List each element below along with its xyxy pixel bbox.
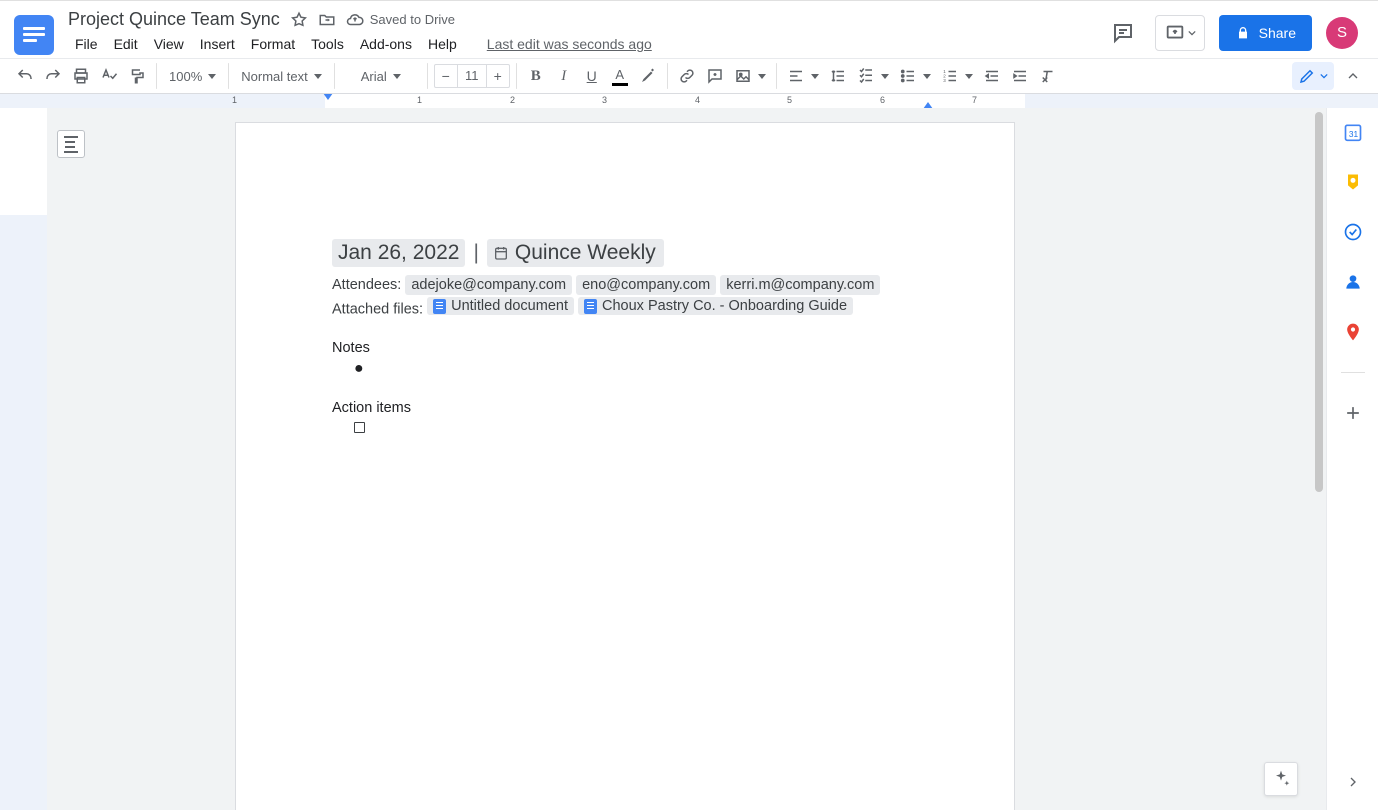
font-size-value[interactable]: 11 (457, 65, 487, 87)
side-panel: 31 (1326, 108, 1378, 810)
keep-app-icon[interactable] (1343, 172, 1363, 192)
menu-tools[interactable]: Tools (304, 32, 351, 56)
maps-app-icon[interactable] (1343, 322, 1363, 342)
star-icon[interactable] (290, 11, 308, 29)
explore-button[interactable] (1264, 762, 1298, 796)
font-size-increase[interactable]: + (487, 65, 509, 87)
checkbox-item[interactable] (354, 422, 365, 433)
bold-button[interactable]: B (523, 63, 549, 89)
menu-bar: File Edit View Insert Format Tools Add-o… (62, 32, 659, 56)
meeting-header: Jan 26, 2022 | Quince Weekly (332, 239, 918, 267)
menu-insert[interactable]: Insert (193, 32, 242, 56)
menu-help[interactable]: Help (421, 32, 464, 56)
vertical-ruler[interactable] (0, 108, 47, 810)
spellcheck-button[interactable] (96, 63, 122, 89)
style-select[interactable]: Normal text (235, 63, 327, 89)
menu-edit[interactable]: Edit (107, 32, 145, 56)
page[interactable]: Jan 26, 2022 | Quince Weekly Attendees: … (235, 122, 1015, 810)
attendee-chip[interactable]: eno@company.com (576, 275, 716, 295)
file-chip[interactable]: Untitled document (427, 297, 574, 315)
horizontal-ruler[interactable]: 1 1 2 3 4 5 6 7 (0, 94, 1378, 108)
redo-button[interactable] (40, 63, 66, 89)
attendee-chip[interactable]: adejoke@company.com (405, 275, 572, 295)
document-canvas[interactable]: Jan 26, 2022 | Quince Weekly Attendees: … (47, 108, 1312, 810)
tasks-app-icon[interactable] (1343, 222, 1363, 242)
left-indent-marker[interactable] (323, 94, 333, 100)
italic-button[interactable]: I (551, 63, 577, 89)
account-avatar[interactable]: S (1326, 17, 1358, 49)
font-size-decrease[interactable]: − (435, 65, 457, 87)
present-button[interactable] (1155, 15, 1205, 51)
chevron-down-icon (1188, 29, 1196, 37)
saved-to-drive[interactable]: Saved to Drive (346, 11, 455, 29)
font-select[interactable]: Arial (341, 63, 421, 89)
svg-text:3: 3 (943, 78, 946, 83)
indent-increase-button[interactable] (1007, 63, 1033, 89)
get-addons-button[interactable] (1343, 403, 1363, 423)
calendar-app-icon[interactable]: 31 (1343, 122, 1363, 142)
rail-divider (1341, 372, 1365, 373)
image-button[interactable] (730, 63, 770, 89)
bullet-item[interactable]: ● (354, 360, 918, 378)
present-icon (1164, 22, 1186, 44)
menu-view[interactable]: View (147, 32, 191, 56)
share-button[interactable]: Share (1219, 15, 1312, 51)
menu-addons[interactable]: Add-ons (353, 32, 419, 56)
indent-decrease-button[interactable] (979, 63, 1005, 89)
menu-format[interactable]: Format (244, 32, 302, 56)
align-button[interactable] (783, 63, 823, 89)
line-spacing-button[interactable] (825, 63, 851, 89)
underline-button[interactable]: U (579, 63, 605, 89)
pencil-icon (1298, 67, 1316, 85)
numbered-list-button[interactable]: 123 (937, 63, 977, 89)
notes-heading: Notes (332, 340, 918, 356)
hide-panel-button[interactable] (1345, 754, 1361, 810)
chevron-down-icon (1320, 72, 1328, 80)
comments-icon[interactable] (1105, 15, 1141, 51)
files-row: Attached files: Untitled document Choux … (332, 297, 918, 318)
toolbar: 100% Normal text Arial − 11 + B I U A 12… (0, 58, 1378, 94)
undo-button[interactable] (12, 63, 38, 89)
attendee-chip[interactable]: kerri.m@company.com (720, 275, 880, 295)
menu-file[interactable]: File (68, 32, 105, 56)
lock-icon (1235, 25, 1251, 41)
action-items-heading: Action items (332, 400, 918, 416)
cloud-icon (346, 11, 364, 29)
print-button[interactable] (68, 63, 94, 89)
font-size-control: − 11 + (434, 64, 510, 88)
doc-icon (584, 299, 597, 314)
file-chip[interactable]: Choux Pastry Co. - Onboarding Guide (578, 297, 853, 315)
doc-title[interactable]: Project Quince Team Sync (68, 9, 280, 30)
attendees-row: Attendees: adejoke@company.com eno@compa… (332, 277, 918, 293)
zoom-select[interactable]: 100% (163, 63, 222, 89)
paint-format-button[interactable] (124, 63, 150, 89)
collapse-toolbar-button[interactable] (1340, 63, 1366, 89)
svg-text:31: 31 (1348, 129, 1358, 139)
scrollbar[interactable] (1312, 108, 1326, 810)
move-icon[interactable] (318, 11, 336, 29)
doc-icon (433, 299, 446, 314)
calendar-icon (493, 245, 509, 261)
docs-logo-icon[interactable] (14, 15, 54, 55)
checklist-button[interactable] (853, 63, 893, 89)
bulleted-list-button[interactable] (895, 63, 935, 89)
outline-toggle-button[interactable] (57, 130, 85, 158)
last-edit-link[interactable]: Last edit was seconds ago (480, 32, 659, 56)
event-chip[interactable]: Quince Weekly (487, 239, 664, 267)
comment-button[interactable] (702, 63, 728, 89)
title-bar: Project Quince Team Sync Saved to Drive … (0, 0, 1378, 58)
scrollbar-thumb[interactable] (1315, 112, 1323, 492)
mode-editing-button[interactable] (1292, 62, 1334, 90)
text-color-button[interactable]: A (607, 63, 633, 89)
link-button[interactable] (674, 63, 700, 89)
contacts-app-icon[interactable] (1343, 272, 1363, 292)
highlight-button[interactable] (635, 63, 661, 89)
date-chip[interactable]: Jan 26, 2022 (332, 239, 465, 267)
clear-format-button[interactable] (1035, 63, 1061, 89)
